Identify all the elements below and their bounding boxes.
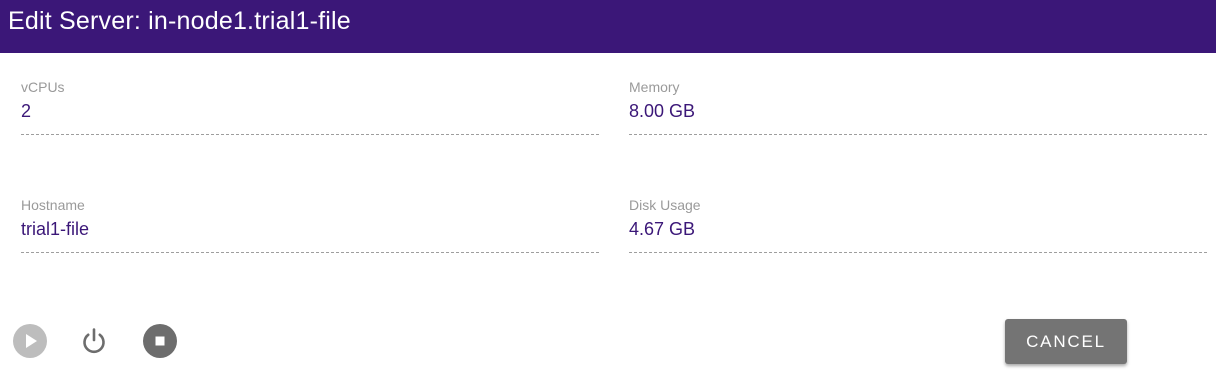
stop-server-button[interactable] [143,324,177,358]
vcpus-label: vCPUs [21,79,65,95]
hostname-field[interactable]: Hostname trial1-file [21,197,599,253]
hostname-value: trial1-file [21,219,90,239]
stop-icon [155,336,165,346]
vcpus-value: 2 [21,101,32,121]
vcpus-field[interactable]: vCPUs 2 [21,79,599,135]
disk-usage-field[interactable]: Disk Usage 4.67 GB [629,197,1207,253]
cancel-button[interactable]: CANCEL [1005,319,1127,364]
play-icon [26,334,37,348]
disk-usage-label: Disk Usage [629,197,701,213]
power-icon [83,328,105,354]
power-button[interactable] [77,324,111,358]
dialog-header: Edit Server: in-node1.trial1-file [0,0,1216,53]
dialog-title: Edit Server: in-node1.trial1-file [8,7,351,35]
edit-server-dialog: Edit Server: in-node1.trial1-file vCPUs … [0,0,1216,375]
memory-label: Memory [629,79,680,95]
disk-usage-value: 4.67 GB [629,219,696,239]
memory-value: 8.00 GB [629,101,696,121]
memory-field[interactable]: Memory 8.00 GB [629,79,1207,135]
hostname-label: Hostname [21,197,85,213]
start-server-button[interactable] [13,324,47,358]
